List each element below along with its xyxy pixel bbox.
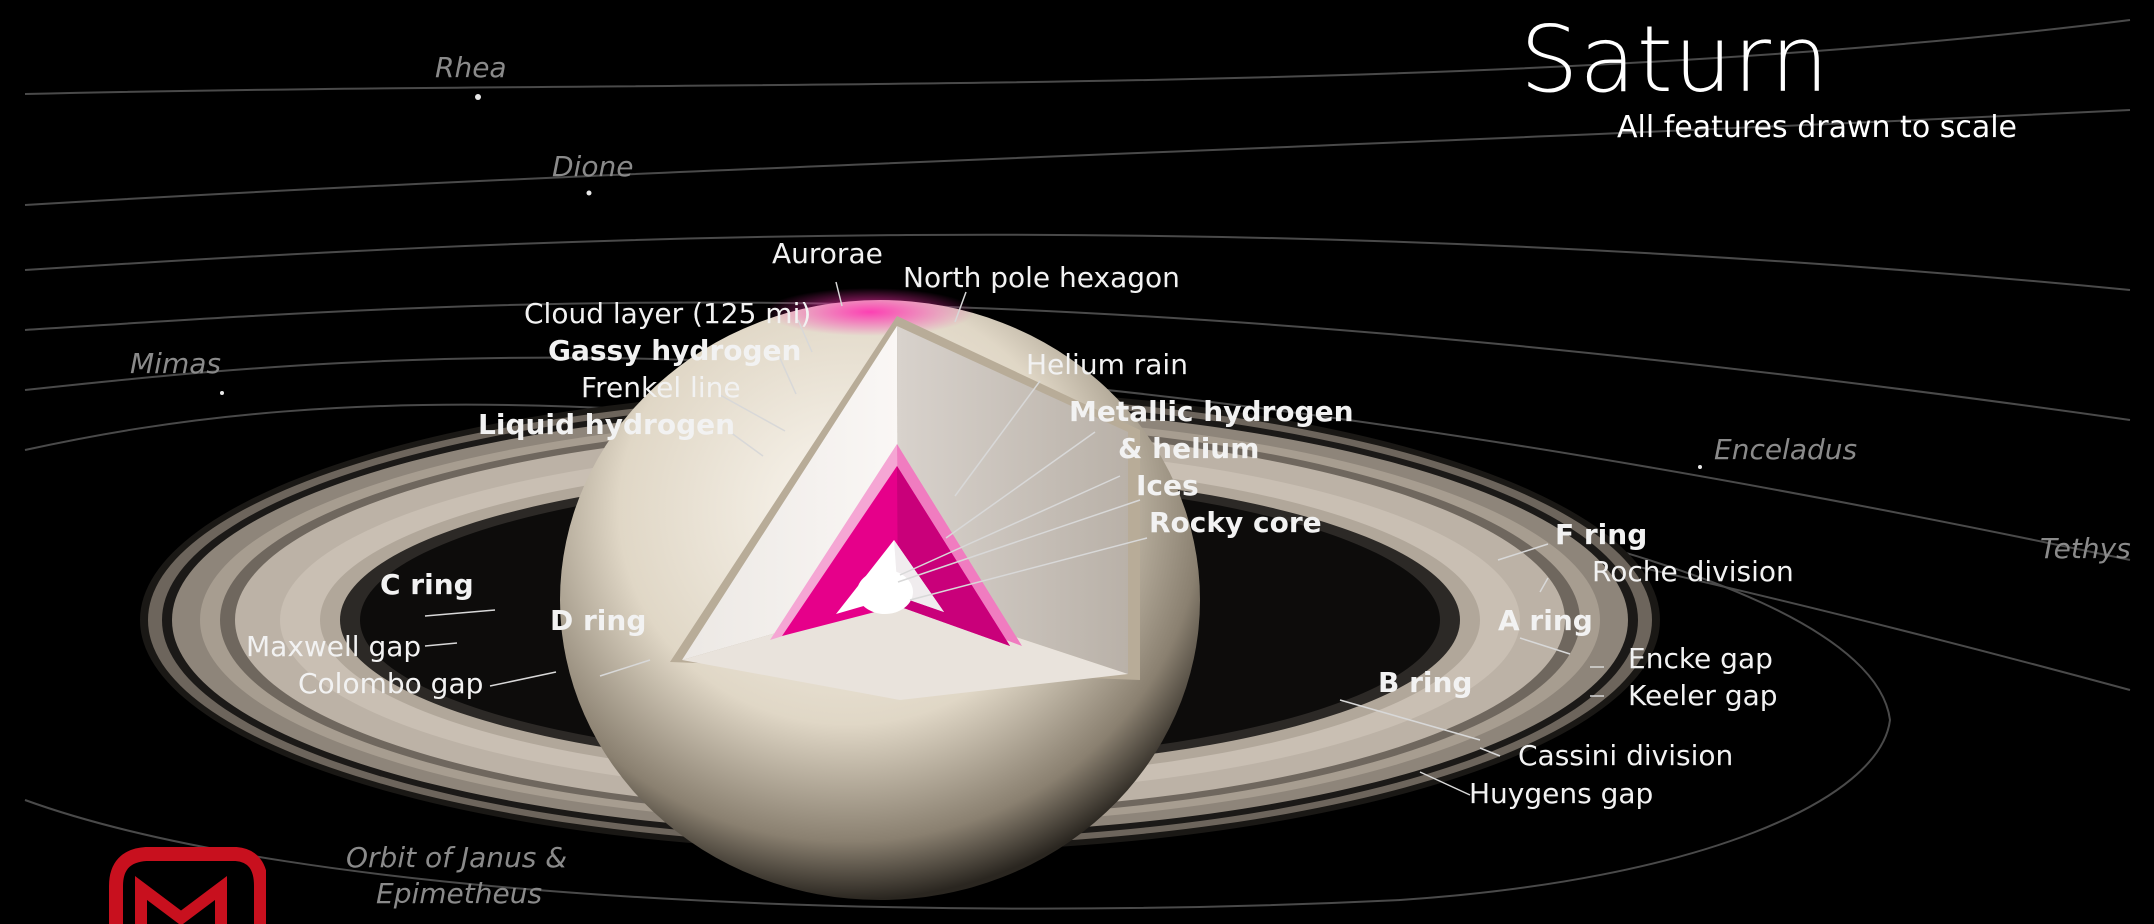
label-d-ring: D ring [550, 604, 647, 637]
saturn-diagram: Saturn All features drawn to scale Rhea … [0, 0, 2154, 924]
label-colombo-gap: Colombo gap [298, 667, 484, 700]
label-aurorae: Aurorae [772, 237, 883, 270]
label-helium-rain: Helium rain [1026, 348, 1188, 381]
moon-label-enceladus: Enceladus [1714, 433, 1858, 466]
label-ices: Ices [1136, 469, 1199, 502]
label-north-pole-hexagon: North pole hexagon [903, 261, 1180, 294]
label-huygens-gap: Huygens gap [1469, 777, 1654, 810]
label-metallic-hydrogen-2: & helium [1118, 432, 1260, 465]
label-gassy-hydrogen: Gassy hydrogen [548, 334, 802, 367]
label-rocky-core: Rocky core [1149, 506, 1322, 539]
label-cassini-division: Cassini division [1518, 739, 1734, 772]
label-keeler-gap: Keeler gap [1628, 679, 1778, 712]
moon-label-mimas: Mimas [130, 347, 221, 380]
label-c-ring: C ring [380, 568, 474, 601]
moon-label-janus-1: Orbit of Janus & [346, 841, 568, 874]
moon-label-janus-2: Epimetheus [376, 877, 543, 910]
channel-logo-icon [109, 847, 266, 924]
diagram-subtitle: All features drawn to scale [1617, 110, 2018, 145]
label-b-ring: B ring [1378, 666, 1473, 699]
moon-label-rhea: Rhea [435, 51, 507, 84]
label-maxwell-gap: Maxwell gap [246, 630, 422, 663]
label-cloud-layer: Cloud layer (125 mi) [524, 297, 812, 330]
label-a-ring: A ring [1498, 604, 1593, 637]
label-frenkel-line: Frenkel line [581, 371, 741, 404]
label-f-ring: F ring [1555, 518, 1648, 551]
label-liquid-hydrogen: Liquid hydrogen [478, 408, 736, 441]
moon-label-tethys: Tethys [2040, 532, 2131, 565]
diagram-title: Saturn [1520, 6, 1830, 113]
moon-label-dione: Dione [552, 150, 634, 183]
label-metallic-hydrogen-1: Metallic hydrogen [1069, 395, 1354, 428]
label-encke-gap: Encke gap [1628, 642, 1773, 675]
label-roche-division: Roche division [1592, 555, 1794, 588]
